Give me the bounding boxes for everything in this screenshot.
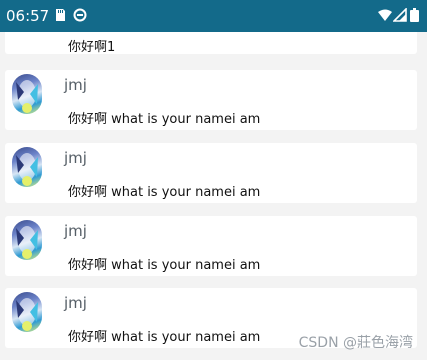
signal-icon — [393, 8, 407, 22]
battery-icon — [410, 8, 419, 22]
sender-name: jmj — [64, 222, 87, 240]
message-text: 你好啊 what is your namei am — [68, 185, 261, 200]
message-item[interactable]: jmj 你好啊 what is your namei am — [5, 70, 417, 130]
message-list[interactable]: 你好啊1 jmj 你好啊 what is your namei am jmj 你… — [0, 32, 427, 360]
message-text: 你好啊 what is your namei am — [68, 112, 261, 127]
message-item[interactable]: jmj 你好啊 what is your namei am — [5, 143, 417, 203]
wifi-icon — [378, 8, 392, 22]
watermark: CSDN @莊色海湾 — [298, 335, 413, 351]
avatar[interactable] — [12, 220, 42, 260]
sd-card-icon — [53, 8, 67, 22]
status-bar: 06:57 — [0, 0, 427, 32]
sender-name: jmj — [64, 149, 87, 167]
avatar[interactable] — [12, 292, 42, 332]
status-time: 06:57 — [6, 7, 50, 25]
message-text: 你好啊 what is your namei am — [68, 258, 261, 273]
avatar[interactable] — [12, 74, 42, 114]
message-text: 你好啊 what is your namei am — [68, 330, 261, 345]
message-item[interactable]: jmj 你好啊 what is your namei am — [5, 216, 417, 276]
chat-screen: 06:57 你好啊1 jmj 你好啊 what is your namei am… — [0, 0, 427, 360]
sender-name: jmj — [64, 76, 87, 94]
message-item[interactable]: 你好啊1 — [5, 32, 417, 55]
sync-icon — [73, 8, 87, 22]
avatar[interactable] — [12, 147, 42, 187]
sender-name: jmj — [64, 294, 87, 312]
message-text: 你好啊1 — [68, 40, 116, 55]
